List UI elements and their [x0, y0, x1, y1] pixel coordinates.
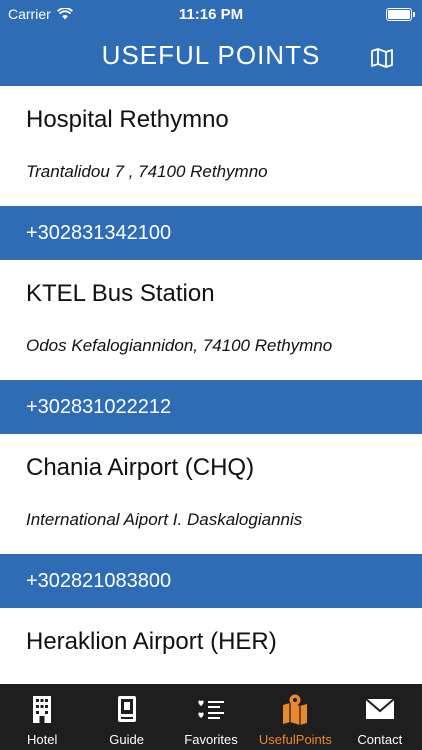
tab-guide[interactable]: Guide [84, 684, 168, 750]
favorites-list-icon [198, 700, 225, 719]
tab-label: Hotel [27, 732, 58, 747]
tab-bar: Hotel Guide Favorites UsefulPoints Conta… [0, 684, 422, 750]
status-bar: Carrier 11:16 PM [0, 0, 422, 30]
building-icon [33, 696, 52, 723]
useful-points-list: Hospital Rethymno Trantalidou 7 , 74100 … [0, 86, 422, 684]
page-title: USEFUL POINTS [101, 40, 321, 70]
map-button[interactable] [368, 44, 396, 72]
tab-usefulpoints[interactable]: UsefulPoints [253, 684, 337, 750]
tab-label: Favorites [184, 732, 238, 747]
battery-icon [386, 8, 415, 21]
place-name: KTEL Bus Station [26, 280, 215, 307]
map-icon [371, 48, 393, 68]
map-pin-icon [283, 694, 308, 725]
tab-favorites[interactable]: Favorites [169, 684, 253, 750]
tab-label: Contact [357, 732, 403, 747]
list-item[interactable]: Heraklion Airport (HER) [0, 608, 422, 684]
phone-link[interactable]: +302831022212 [0, 380, 422, 434]
status-time: 11:16 PM [178, 6, 244, 23]
tab-label: UsefulPoints [258, 732, 332, 747]
place-name: Heraklion Airport (HER) [26, 628, 277, 655]
envelope-icon [365, 698, 395, 719]
list-item[interactable]: Hospital Rethymno Trantalidou 7 , 74100 … [0, 86, 422, 206]
place-address: International Aiport I. Daskalogiannis [26, 510, 303, 529]
list-item[interactable]: KTEL Bus Station Odos Kefalogiannidon, 7… [0, 260, 422, 380]
tab-hotel[interactable]: Hotel [0, 684, 84, 750]
tab-label: Guide [109, 732, 144, 747]
place-address: Odos Kefalogiannidon, 74100 Rethymno [26, 336, 333, 355]
place-name: Chania Airport (CHQ) [26, 454, 255, 481]
tab-contact[interactable]: Contact [338, 684, 422, 750]
book-icon [117, 696, 136, 722]
list-item[interactable]: Chania Airport (CHQ) International Aipor… [0, 434, 422, 554]
header: Carrier 11:16 PM USEFUL POINTS [0, 0, 422, 86]
nav-bar: USEFUL POINTS [0, 30, 422, 86]
phone-link[interactable]: +302831342100 [0, 206, 422, 260]
place-address: Trantalidou 7 , 74100 Rethymno [26, 162, 268, 181]
place-name: Hospital Rethymno [26, 106, 229, 133]
phone-link[interactable]: +302821083800 [0, 554, 422, 608]
